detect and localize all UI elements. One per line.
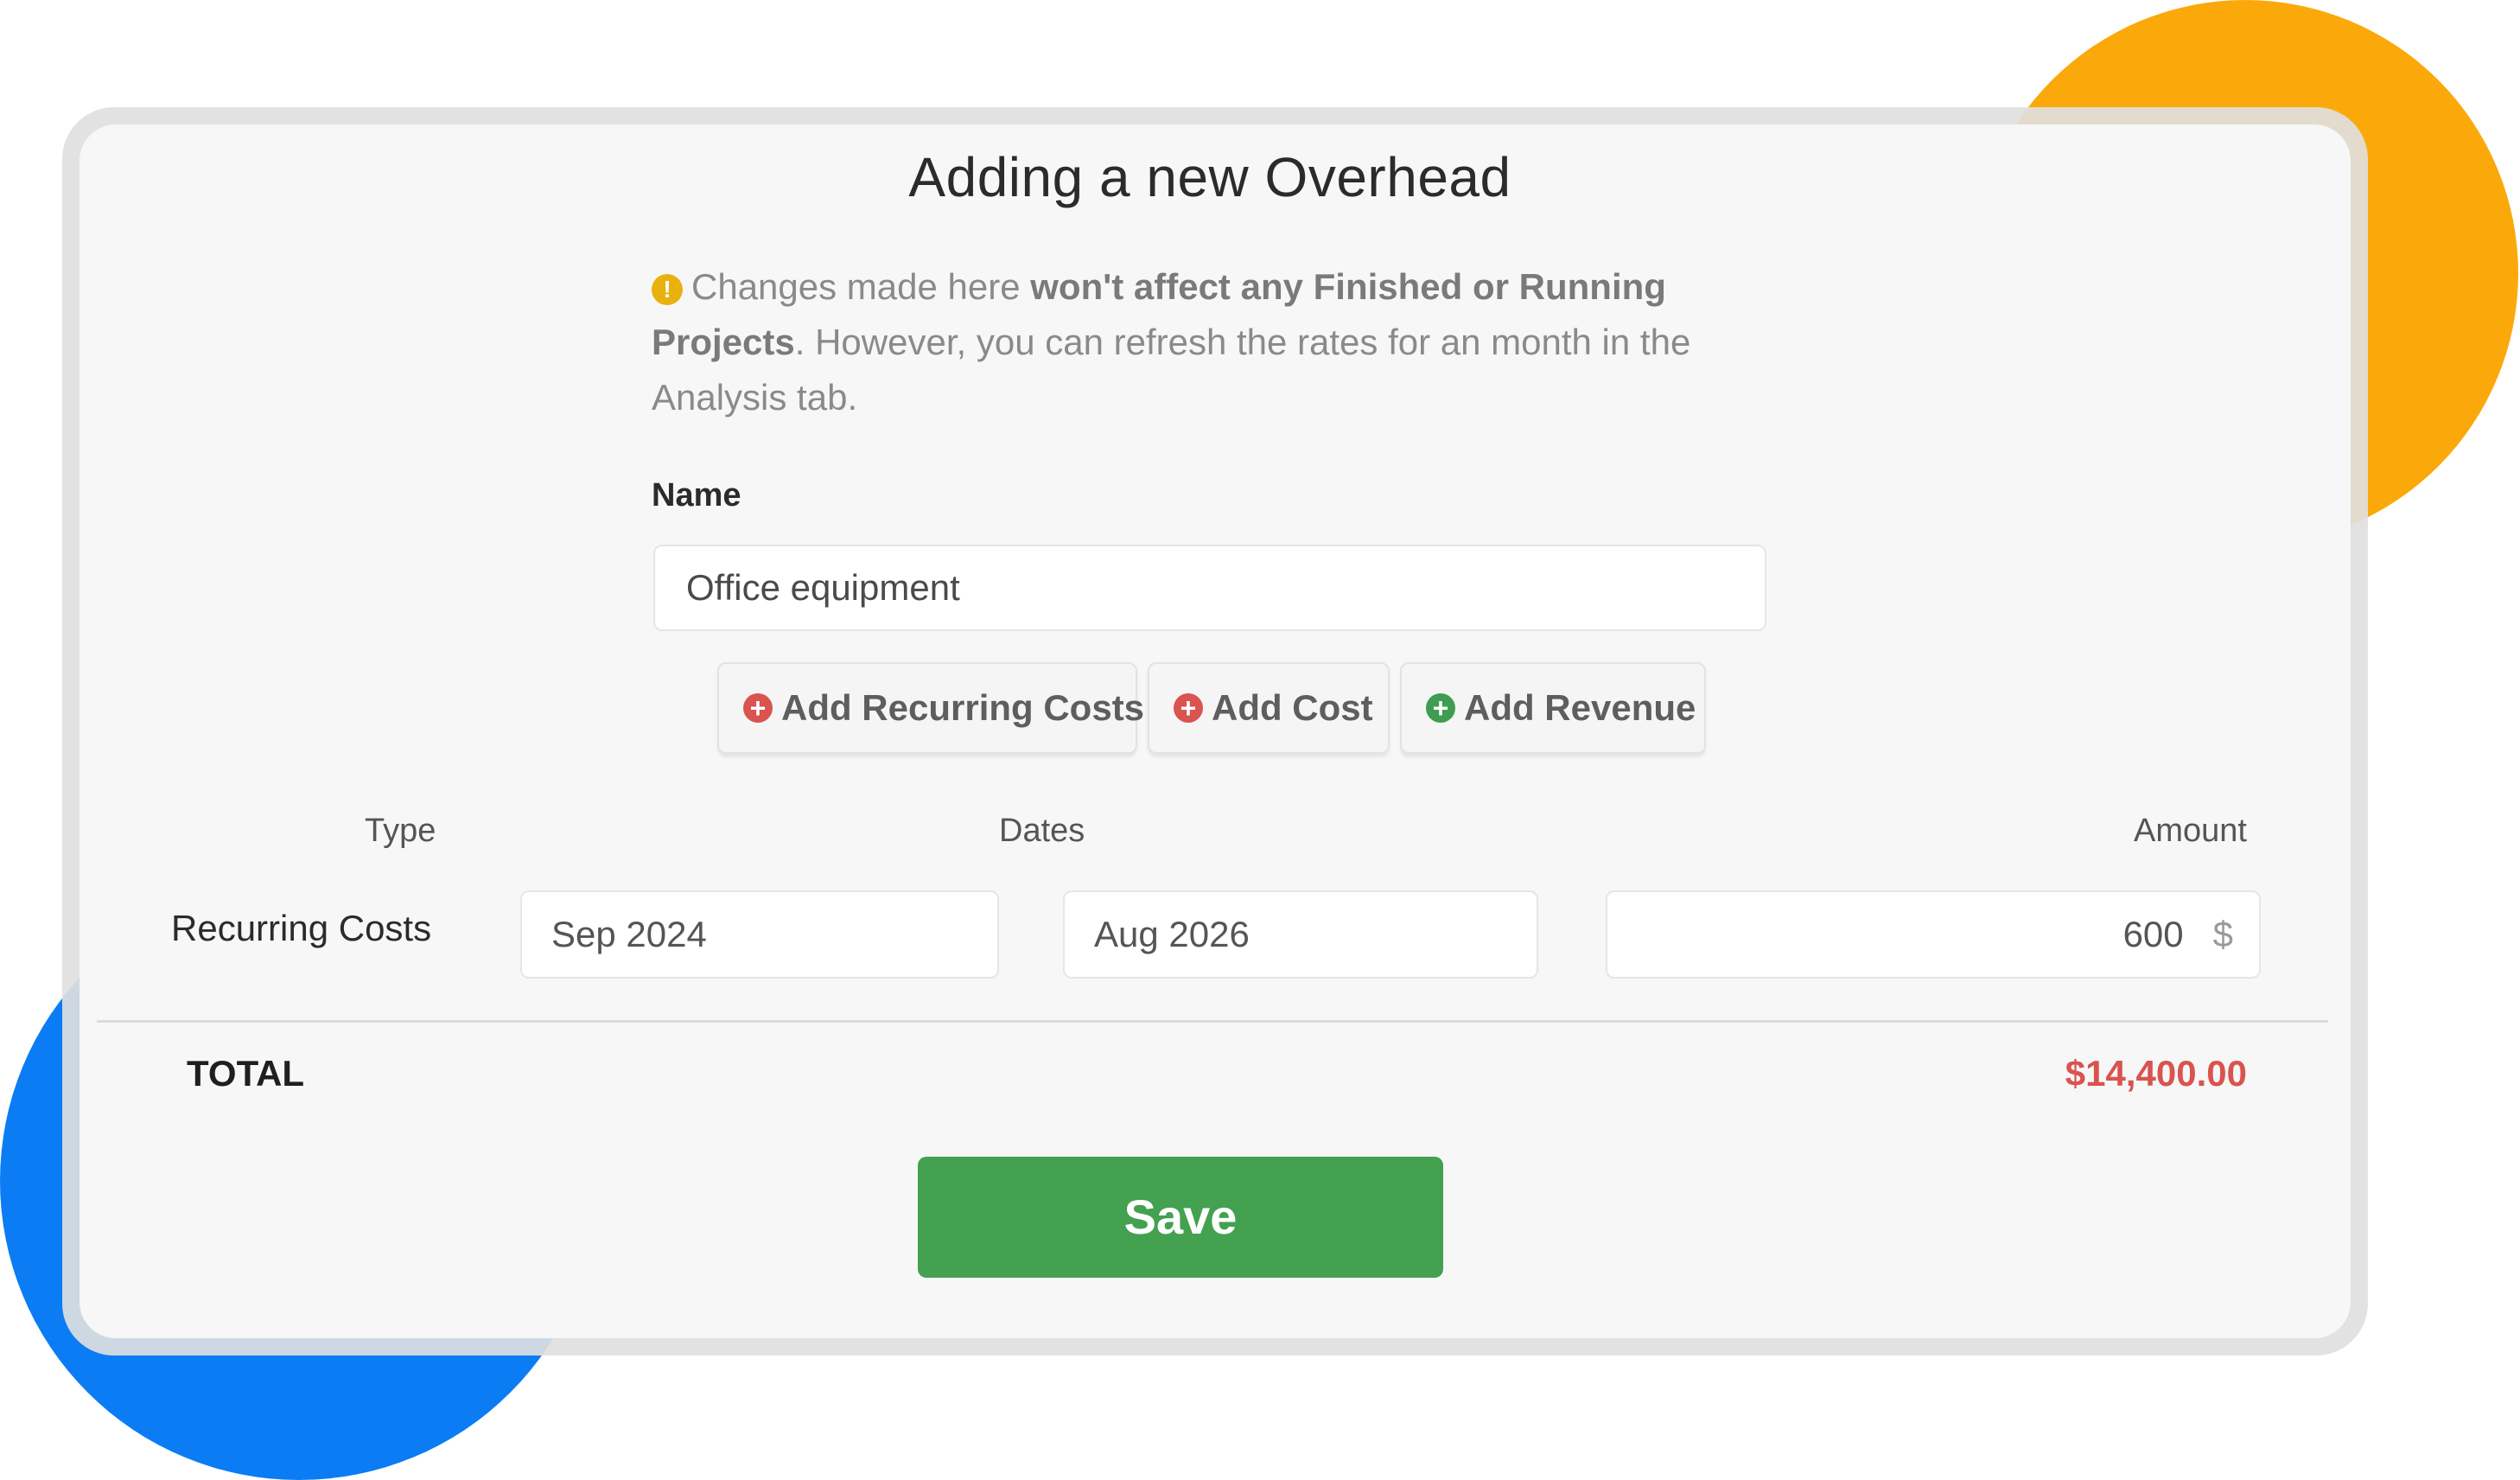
column-header-type: Type <box>365 813 436 849</box>
total-label: TOTAL <box>187 1053 305 1094</box>
notice-text-before: Changes made here <box>691 266 1031 307</box>
start-date-input[interactable]: Sep 2024 <box>520 890 999 979</box>
add-cost-button[interactable]: + Add Cost <box>1148 662 1390 754</box>
add-recurring-costs-label: Add Recurring Costs <box>781 687 1145 728</box>
column-header-amount: Amount <box>2134 813 2247 849</box>
plus-circle-icon: + <box>743 693 773 723</box>
plus-circle-icon: + <box>1174 693 1203 723</box>
add-recurring-costs-button[interactable]: + Add Recurring Costs <box>717 662 1144 754</box>
row-type-label: Recurring Costs <box>171 908 432 948</box>
add-revenue-button[interactable]: + Add Revenue <box>1400 662 1706 754</box>
end-date-input[interactable]: Aug 2026 <box>1063 890 1538 979</box>
name-label: Name <box>652 477 741 514</box>
modal-title: Adding a new Overhead <box>908 146 1511 208</box>
plus-circle-icon: + <box>1426 693 1455 723</box>
name-input[interactable]: Office equipment <box>653 545 1766 631</box>
currency-symbol: $ <box>2212 914 2233 954</box>
save-button[interactable]: Save <box>918 1157 1443 1278</box>
total-value: $14,400.00 <box>2065 1053 2247 1094</box>
amount-value: 600 <box>2122 914 2184 954</box>
alert-circle-icon: ! <box>652 274 683 305</box>
column-header-dates: Dates <box>999 813 1085 849</box>
add-cost-label: Add Cost <box>1212 687 1373 728</box>
divider <box>97 1020 2328 1023</box>
amount-input[interactable]: 600 $ <box>1606 890 2261 979</box>
notice-text-after: . However, you can refresh the rates for… <box>652 322 1691 418</box>
notice-text: ! Changes made here won't affect any Fini… <box>652 259 1775 425</box>
add-revenue-label: Add Revenue <box>1464 687 1696 728</box>
